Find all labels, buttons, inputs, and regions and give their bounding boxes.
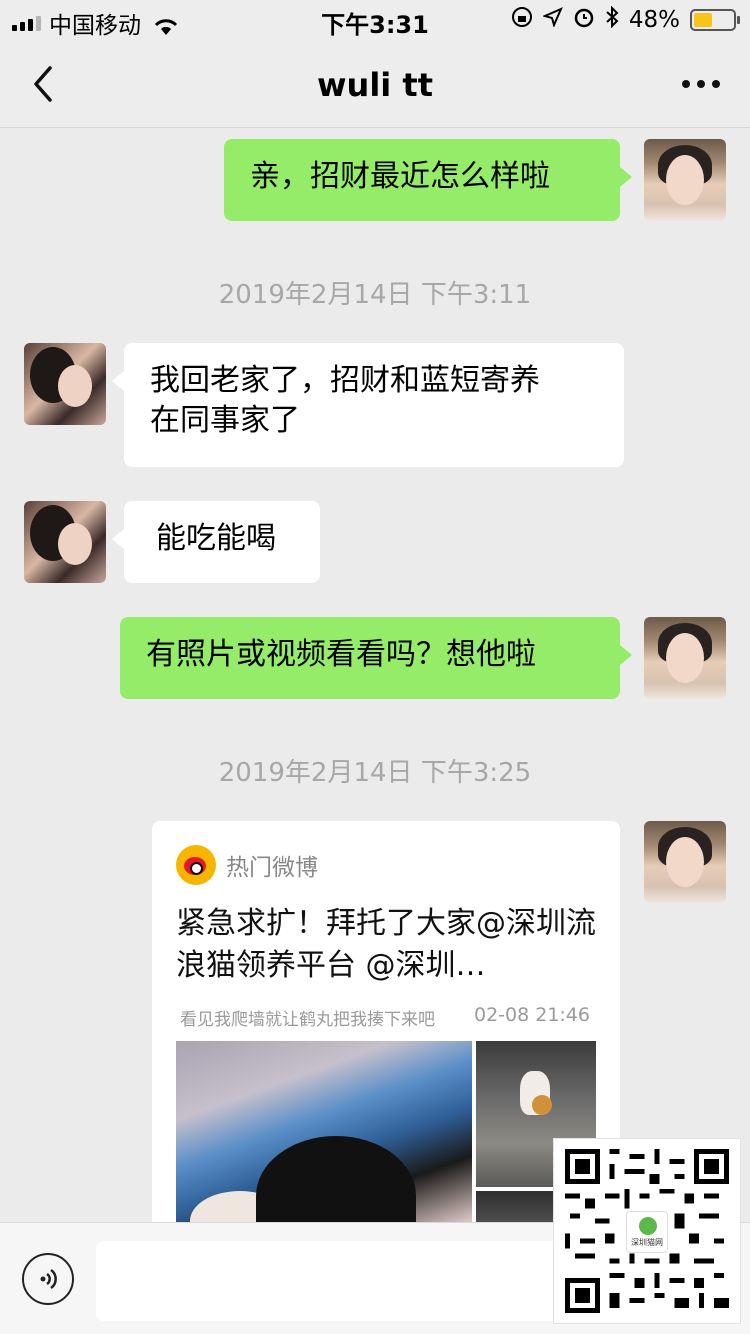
- shared-weibo-card[interactable]: 热门微博 紧急求扩！拜托了大家@深圳流浪猫领养平台 @深圳… 看见我爬墙就让鹤丸…: [152, 821, 620, 1251]
- weibo-logo-icon: [176, 845, 216, 885]
- timestamp: 2019年2月14日 下午3:25: [218, 758, 532, 788]
- message-text: 亲，招财最近怎么样啦: [250, 159, 550, 194]
- message-text-line: 我回老家了，招财和蓝短寄养: [150, 363, 540, 398]
- qr-badge-label: 深圳猫网: [631, 1238, 663, 1247]
- message-text-line: 在同事家了: [150, 403, 300, 438]
- bluetooth-icon: [605, 5, 619, 34]
- message-bubble-sent[interactable]: 有照片或视频看看吗？想他啦: [120, 617, 632, 699]
- paw-icon: [639, 1217, 657, 1235]
- message-text: 有照片或视频看看吗？想他啦: [146, 637, 536, 672]
- message-bubble-received[interactable]: 能吃能喝: [112, 501, 320, 583]
- alarm-icon: [573, 6, 595, 34]
- contact-avatar[interactable]: [24, 501, 106, 583]
- card-source: 热门微博: [176, 845, 318, 885]
- message-bubble-sent[interactable]: 亲，招财最近怎么样啦: [224, 139, 632, 221]
- card-caption: 看见我爬墙就让鹤丸把我揍下来吧: [180, 1010, 435, 1030]
- card-title: 紧急求扩！拜托了大家@深圳流浪猫领养平台 @深圳…: [176, 906, 596, 983]
- card-source-label: 热门微博: [226, 855, 318, 881]
- qr-center-badge: 深圳猫网: [626, 1211, 668, 1253]
- qr-code: 深圳猫网: [553, 1138, 741, 1324]
- message-text: 能吃能喝: [156, 521, 276, 556]
- card-image-cat-sleeping[interactable]: [176, 1041, 472, 1251]
- battery-percent: 48%: [628, 7, 680, 33]
- status-bar: 中国移动 下午3:31 48%: [0, 0, 750, 40]
- voice-input-icon[interactable]: [22, 1253, 74, 1305]
- my-avatar[interactable]: [644, 139, 726, 221]
- my-avatar[interactable]: [644, 821, 726, 903]
- contact-avatar[interactable]: [24, 343, 106, 425]
- orientation-lock-icon: [511, 6, 533, 34]
- more-dots-icon[interactable]: [682, 80, 720, 88]
- status-right: 48%: [511, 5, 740, 34]
- nav-bar: wuli tt: [0, 40, 750, 128]
- my-avatar[interactable]: [644, 617, 726, 699]
- message-bubble-received[interactable]: 我回老家了，招财和蓝短寄养 在同事家了: [112, 343, 624, 467]
- card-date: 02-08 21:46: [473, 1004, 590, 1026]
- battery-icon: [690, 9, 740, 31]
- timestamp: 2019年2月14日 下午3:11: [218, 280, 532, 310]
- location-icon: [541, 7, 563, 33]
- chat-title: wuli tt: [316, 66, 433, 104]
